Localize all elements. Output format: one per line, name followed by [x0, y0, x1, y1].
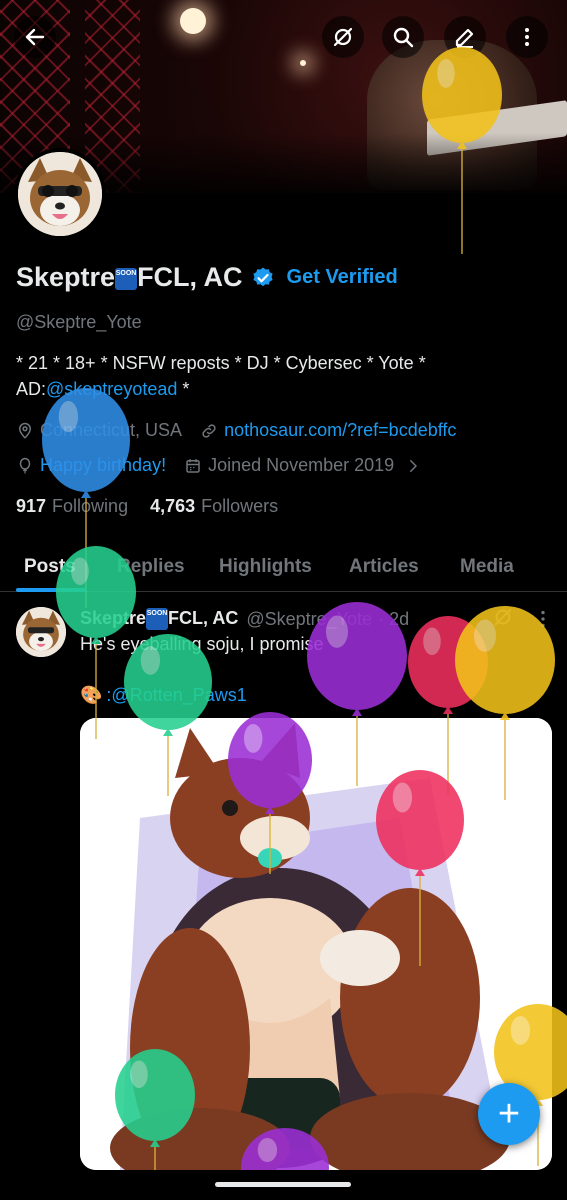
- chevron-right-icon[interactable]: [404, 457, 422, 475]
- profile-handle: @Skeptre_Yote: [16, 312, 142, 332]
- home-indicator[interactable]: [215, 1182, 351, 1187]
- edit-icon: [455, 28, 474, 48]
- grok-button[interactable]: [322, 16, 364, 58]
- stage-light: [300, 60, 306, 66]
- location-icon: [18, 422, 32, 439]
- display-name: SkeptreSOONFCL, AC: [16, 262, 243, 292]
- profile-name-row: SkeptreSOONFCL, AC Get Verified: [16, 262, 398, 293]
- joined-date: Joined November 2019: [208, 455, 395, 475]
- search-icon: [393, 27, 414, 48]
- balloon: [228, 712, 312, 878]
- grok-icon: [333, 27, 353, 47]
- balloon: [422, 47, 502, 258]
- compose-post-button[interactable]: +: [478, 1083, 540, 1145]
- balloon: [455, 606, 555, 804]
- balloon: [376, 770, 464, 970]
- back-button[interactable]: [14, 16, 56, 58]
- balloon-icon: [19, 457, 31, 473]
- back-arrow-icon: [25, 28, 45, 46]
- soon-arrow-emoji: SOON: [146, 608, 169, 631]
- profile-website-link[interactable]: nothosaur.com/?ref=bcdebffc: [224, 420, 456, 441]
- bio-line: * 21 * 18+ * NSFW reposts * DJ * Cyberse…: [16, 353, 426, 373]
- followers-link[interactable]: 4,763 Followers: [150, 496, 278, 517]
- stage-light: [180, 8, 206, 34]
- plus-icon: +: [497, 1093, 521, 1135]
- more-vertical-icon: [525, 28, 529, 46]
- calendar-icon: [186, 458, 200, 473]
- tab-highlights[interactable]: Highlights: [219, 556, 312, 578]
- coyote-avatar-art: [18, 152, 102, 236]
- balloon: [124, 634, 212, 800]
- get-verified-link[interactable]: Get Verified: [287, 266, 398, 289]
- soon-arrow-emoji: SOON: [115, 267, 138, 290]
- tab-articles[interactable]: Articles: [349, 556, 419, 578]
- search-button[interactable]: [382, 16, 424, 58]
- profile-avatar[interactable]: [14, 148, 106, 240]
- tab-media[interactable]: Media: [460, 556, 514, 578]
- verified-badge-icon[interactable]: [251, 266, 275, 290]
- balloon: [307, 602, 407, 790]
- more-options-button[interactable]: [506, 16, 548, 58]
- link-icon: [202, 423, 216, 438]
